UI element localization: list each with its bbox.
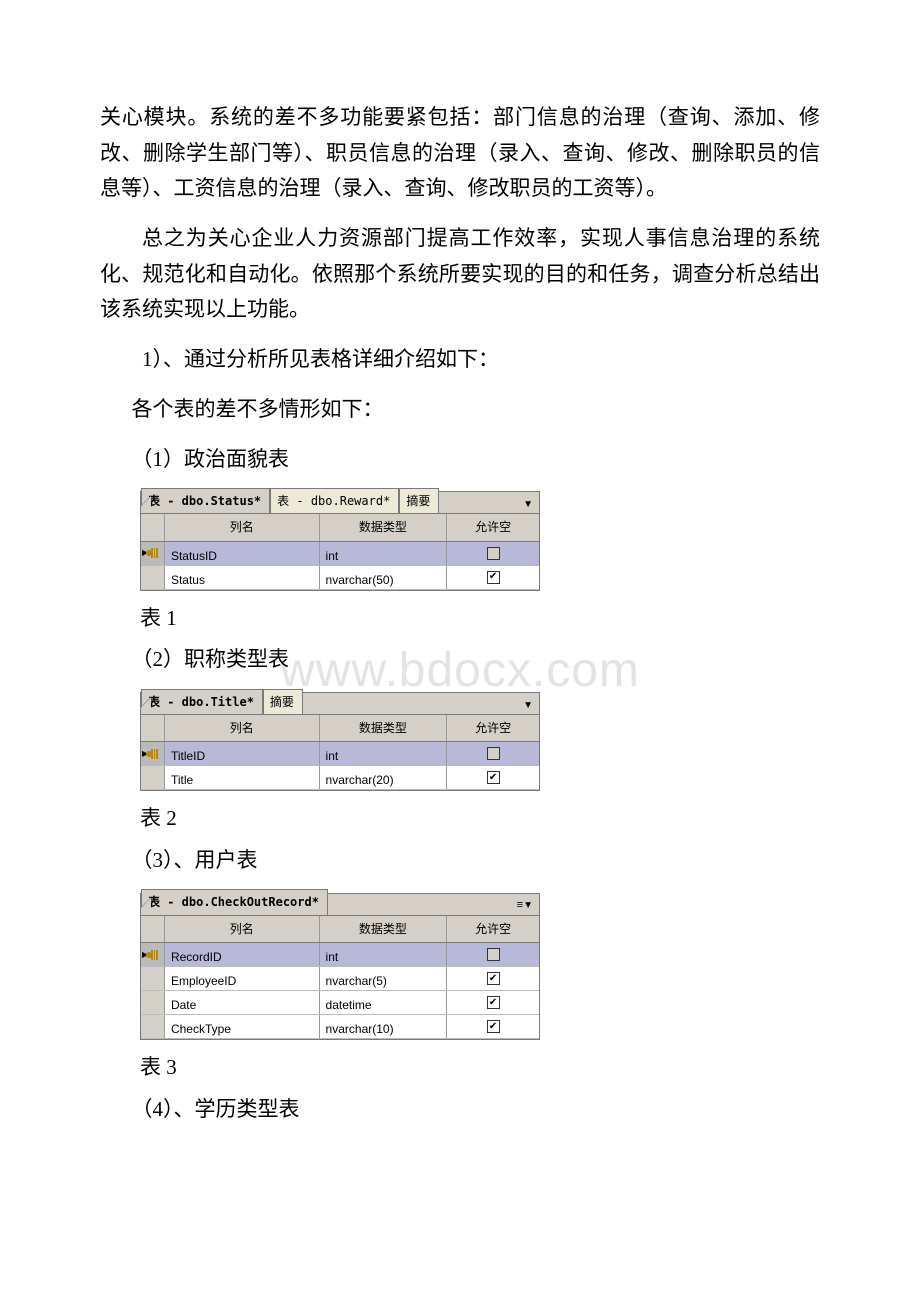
table2-label: 表 2 <box>140 801 820 837</box>
table-row[interactable]: TitleID int <box>141 742 539 766</box>
table-header-row: 列名 数据类型 允许空 <box>141 514 539 541</box>
header-allow-null: 允许空 <box>447 514 539 540</box>
paragraph-table3-title: （3）、用户表 <box>100 843 820 879</box>
tab-bar: 表 - dbo.Status* 表 - dbo.Reward* 摘要 ▼ <box>141 492 539 514</box>
db-table-status: 表 - dbo.Status* 表 - dbo.Reward* 摘要 ▼ 列名 … <box>140 491 540 590</box>
tab-dropdown-icon[interactable]: ▼ <box>513 496 539 513</box>
table-header-row: 列名 数据类型 允许空 <box>141 715 539 742</box>
gutter-header <box>141 715 165 741</box>
cell-null <box>447 566 539 589</box>
cell-type: nvarchar(10) <box>320 1015 448 1038</box>
table-row[interactable]: Title nvarchar(20) <box>141 766 539 790</box>
cell-type: int <box>320 943 448 966</box>
cell-name: CheckType <box>165 1015 320 1038</box>
cell-name: RecordID <box>165 943 320 966</box>
checkbox-unchecked[interactable] <box>487 547 500 560</box>
cell-type: int <box>320 742 448 765</box>
table3-label: 表 3 <box>140 1050 820 1086</box>
cell-null <box>447 967 539 990</box>
primary-key-icon <box>141 943 165 966</box>
table-row[interactable]: Date datetime <box>141 991 539 1015</box>
checkbox-unchecked[interactable] <box>487 747 500 760</box>
paragraph-table2-title: （2）职称类型表 <box>100 642 820 678</box>
paragraph-item-1: 1）、通过分析所见表格详细介绍如下： <box>100 342 820 378</box>
header-column-name: 列名 <box>165 715 320 741</box>
row-gutter <box>141 967 165 990</box>
header-column-name: 列名 <box>165 916 320 942</box>
header-data-type: 数据类型 <box>320 514 448 540</box>
cell-name: Status <box>165 566 320 589</box>
gutter-header <box>141 514 165 540</box>
checkbox-checked[interactable] <box>487 972 500 985</box>
primary-key-icon <box>141 742 165 765</box>
cell-name: Title <box>165 766 320 789</box>
table-row[interactable]: EmployeeID nvarchar(5) <box>141 967 539 991</box>
tab-dropdown-icon[interactable]: ▼ <box>513 896 539 915</box>
table-row[interactable]: Status nvarchar(50) <box>141 566 539 590</box>
cell-name: StatusID <box>165 542 320 565</box>
tab-summary[interactable]: 摘要 <box>399 488 439 513</box>
paragraph-tables-intro: 各个表的差不多情形如下： <box>100 392 820 428</box>
table-row[interactable]: RecordID int <box>141 943 539 967</box>
paragraph-module-desc: 关心模块。系统的差不多功能要紧包括：部门信息的治理（查询、添加、修改、删除学生部… <box>100 100 820 207</box>
db-table-title: 表 - dbo.Title* 摘要 ▼ 列名 数据类型 允许空 TitleID … <box>140 692 540 791</box>
header-data-type: 数据类型 <box>320 715 448 741</box>
row-gutter <box>141 991 165 1014</box>
cell-null <box>447 766 539 789</box>
primary-key-icon <box>141 542 165 565</box>
cell-null <box>447 1015 539 1038</box>
tab-status[interactable]: 表 - dbo.Status* <box>141 488 270 513</box>
tab-bar: 表 - dbo.CheckOutRecord* ▼ <box>141 894 539 916</box>
table-header-row: 列名 数据类型 允许空 <box>141 916 539 943</box>
paragraph-table4-title: （4）、学历类型表 <box>100 1092 820 1128</box>
paragraph-table1-title: （1）政治面貌表 <box>100 442 820 478</box>
cell-null <box>447 943 539 966</box>
cell-name: Date <box>165 991 320 1014</box>
checkbox-checked[interactable] <box>487 571 500 584</box>
tab-dropdown-icon[interactable]: ▼ <box>513 697 539 714</box>
checkbox-checked[interactable] <box>487 996 500 1009</box>
cell-type: nvarchar(20) <box>320 766 448 789</box>
cell-null <box>447 542 539 565</box>
cell-type: nvarchar(5) <box>320 967 448 990</box>
table1-label: 表 1 <box>140 601 820 637</box>
header-allow-null: 允许空 <box>447 715 539 741</box>
header-column-name: 列名 <box>165 514 320 540</box>
cell-name: TitleID <box>165 742 320 765</box>
row-gutter <box>141 766 165 789</box>
cell-name: EmployeeID <box>165 967 320 990</box>
header-data-type: 数据类型 <box>320 916 448 942</box>
cell-null <box>447 742 539 765</box>
checkbox-checked[interactable] <box>487 771 500 784</box>
cell-type: nvarchar(50) <box>320 566 448 589</box>
header-allow-null: 允许空 <box>447 916 539 942</box>
row-gutter <box>141 1015 165 1038</box>
cell-null <box>447 991 539 1014</box>
tab-title[interactable]: 表 - dbo.Title* <box>141 689 263 714</box>
db-table-checkout: 表 - dbo.CheckOutRecord* ▼ 列名 数据类型 允许空 Re… <box>140 893 540 1040</box>
cell-type: int <box>320 542 448 565</box>
checkbox-unchecked[interactable] <box>487 948 500 961</box>
checkbox-checked[interactable] <box>487 1020 500 1033</box>
tab-reward[interactable]: 表 - dbo.Reward* <box>270 488 399 513</box>
row-gutter <box>141 566 165 589</box>
cell-type: datetime <box>320 991 448 1014</box>
tab-checkout[interactable]: 表 - dbo.CheckOutRecord* <box>141 889 328 914</box>
tab-bar: 表 - dbo.Title* 摘要 ▼ <box>141 693 539 715</box>
table-row[interactable]: CheckType nvarchar(10) <box>141 1015 539 1039</box>
paragraph-summary: 总之为关心企业人力资源部门提高工作效率，实现人事信息治理的系统化、规范化和自动化… <box>100 221 820 328</box>
table-row[interactable]: StatusID int <box>141 542 539 566</box>
tab-summary[interactable]: 摘要 <box>263 689 303 714</box>
gutter-header <box>141 916 165 942</box>
